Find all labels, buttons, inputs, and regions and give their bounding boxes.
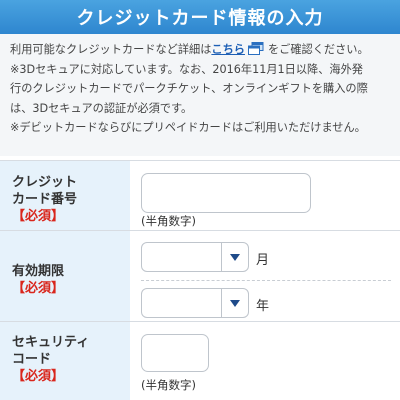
notes-line-1-prefix: 利用可能なクレジットカードなど詳細は bbox=[10, 43, 212, 56]
external-window-icon[interactable] bbox=[247, 42, 264, 55]
details-link[interactable]: こちら bbox=[211, 43, 245, 56]
notes-section: 利用可能なクレジットカードなど詳細はこちら をご確認ください。 ※3Dセキュアに対… bbox=[0, 34, 400, 156]
notes-line-2: ※3Dセキュアに対応しています。なお、2016年11月1日以降、海外発 bbox=[10, 62, 363, 76]
security-code-required: 【必須】 bbox=[12, 369, 65, 384]
month-unit: 月 bbox=[256, 253, 270, 268]
security-code-hint: (半角数字) bbox=[141, 378, 196, 392]
chevron-down-icon bbox=[230, 300, 240, 307]
month-select-separator bbox=[221, 243, 222, 271]
notes-line-1: 利用可能なクレジットカードなど詳細はこちら をご確認ください。 bbox=[10, 40, 390, 60]
notes-line-4: は、3Dセキュアの認証が必須です。 bbox=[10, 101, 193, 115]
card-number-label-line2: カード番号 bbox=[12, 192, 78, 207]
expiry-dashed-divider bbox=[141, 280, 391, 281]
security-code-label-cell: セキュリティ コード 【必須】 bbox=[0, 322, 130, 400]
card-number-hint: (半角数字) bbox=[141, 214, 196, 228]
card-number-input[interactable] bbox=[141, 173, 311, 213]
card-number-label-line1: クレジット bbox=[12, 175, 78, 190]
card-number-label-cell: クレジット カード番号 【必須】 bbox=[0, 161, 130, 230]
security-code-label-line2: コード bbox=[12, 352, 52, 367]
expiry-label: 有効期限 bbox=[12, 264, 65, 279]
notes-line-3: 行のクレジットカードでパークチケット、オンラインギフトを購入の際 bbox=[10, 82, 368, 95]
page-title: クレジットカード情報の入力 bbox=[76, 8, 324, 29]
notes-line-5: ※デビットカードならびにプリペイドカードはご利用いただけません。 bbox=[10, 121, 366, 134]
expiry-month-select[interactable] bbox=[141, 242, 249, 272]
security-code-input[interactable] bbox=[141, 334, 209, 372]
year-unit: 年 bbox=[256, 299, 270, 314]
expiry-required: 【必須】 bbox=[12, 281, 65, 296]
expiry-year-select[interactable] bbox=[141, 288, 249, 318]
notes-line-1-suffix: をご確認ください。 bbox=[267, 43, 369, 56]
security-code-label-line1: セキュリティ bbox=[12, 335, 90, 350]
page-header: クレジットカード情報の入力 bbox=[0, 0, 400, 34]
year-select-separator bbox=[221, 289, 222, 317]
chevron-down-icon bbox=[230, 254, 240, 261]
expiry-label-cell: 有効期限 【必須】 bbox=[0, 231, 130, 321]
card-number-required: 【必須】 bbox=[12, 209, 65, 224]
credit-card-form: クレジット カード番号 【必須】 (半角数字) 有効期限 【必須】 月 年 セキ… bbox=[0, 160, 400, 400]
